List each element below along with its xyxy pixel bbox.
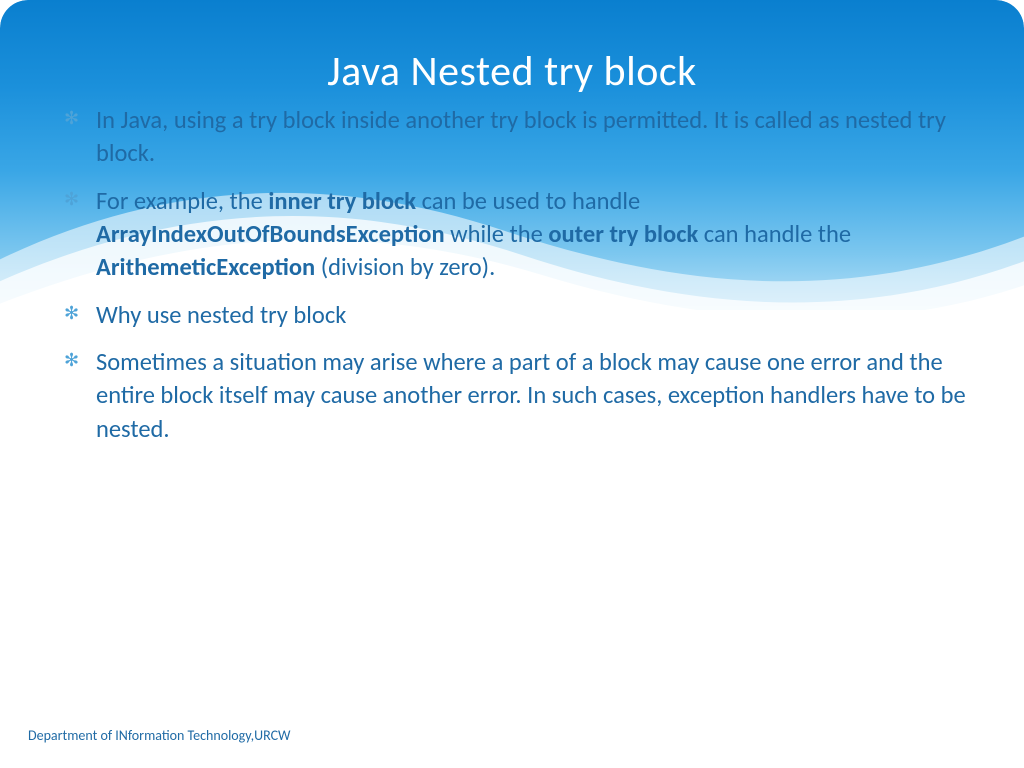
bullet-text-bold: outer try block <box>548 219 698 249</box>
bullet-text-bold: ArrayIndexOutOfBoundsException <box>96 219 445 249</box>
bullet-text: while the <box>445 219 549 249</box>
bullet-text: (division by zero). <box>315 252 495 282</box>
bullet-text: Sometimes a situation may arise where a … <box>96 347 966 444</box>
bullet-item: Why use nested try block <box>64 299 980 332</box>
bullet-text: Why use nested try block <box>96 300 346 330</box>
bullet-text-bold: ArithemeticException <box>96 252 315 282</box>
bullet-item: For example, the inner try block can be … <box>64 185 980 285</box>
bullet-text: can be used to handle <box>416 186 640 216</box>
bullet-text: In Java, using a try block inside anothe… <box>96 105 946 168</box>
bullet-text: For example, the <box>96 186 268 216</box>
bullet-text: can handle the <box>698 219 851 249</box>
slide-body: In Java, using a try block inside anothe… <box>64 104 980 460</box>
bullet-item: In Java, using a try block inside anothe… <box>64 104 980 171</box>
bullet-item: Sometimes a situation may arise where a … <box>64 346 980 446</box>
slide: Java Nested try block In Java, using a t… <box>0 0 1024 768</box>
bullet-list: In Java, using a try block inside anothe… <box>64 104 980 446</box>
slide-title: Java Nested try block <box>0 46 1024 97</box>
slide-footer: Department of INformation Technology,URC… <box>28 727 291 744</box>
bullet-text-bold: inner try block <box>268 186 416 216</box>
